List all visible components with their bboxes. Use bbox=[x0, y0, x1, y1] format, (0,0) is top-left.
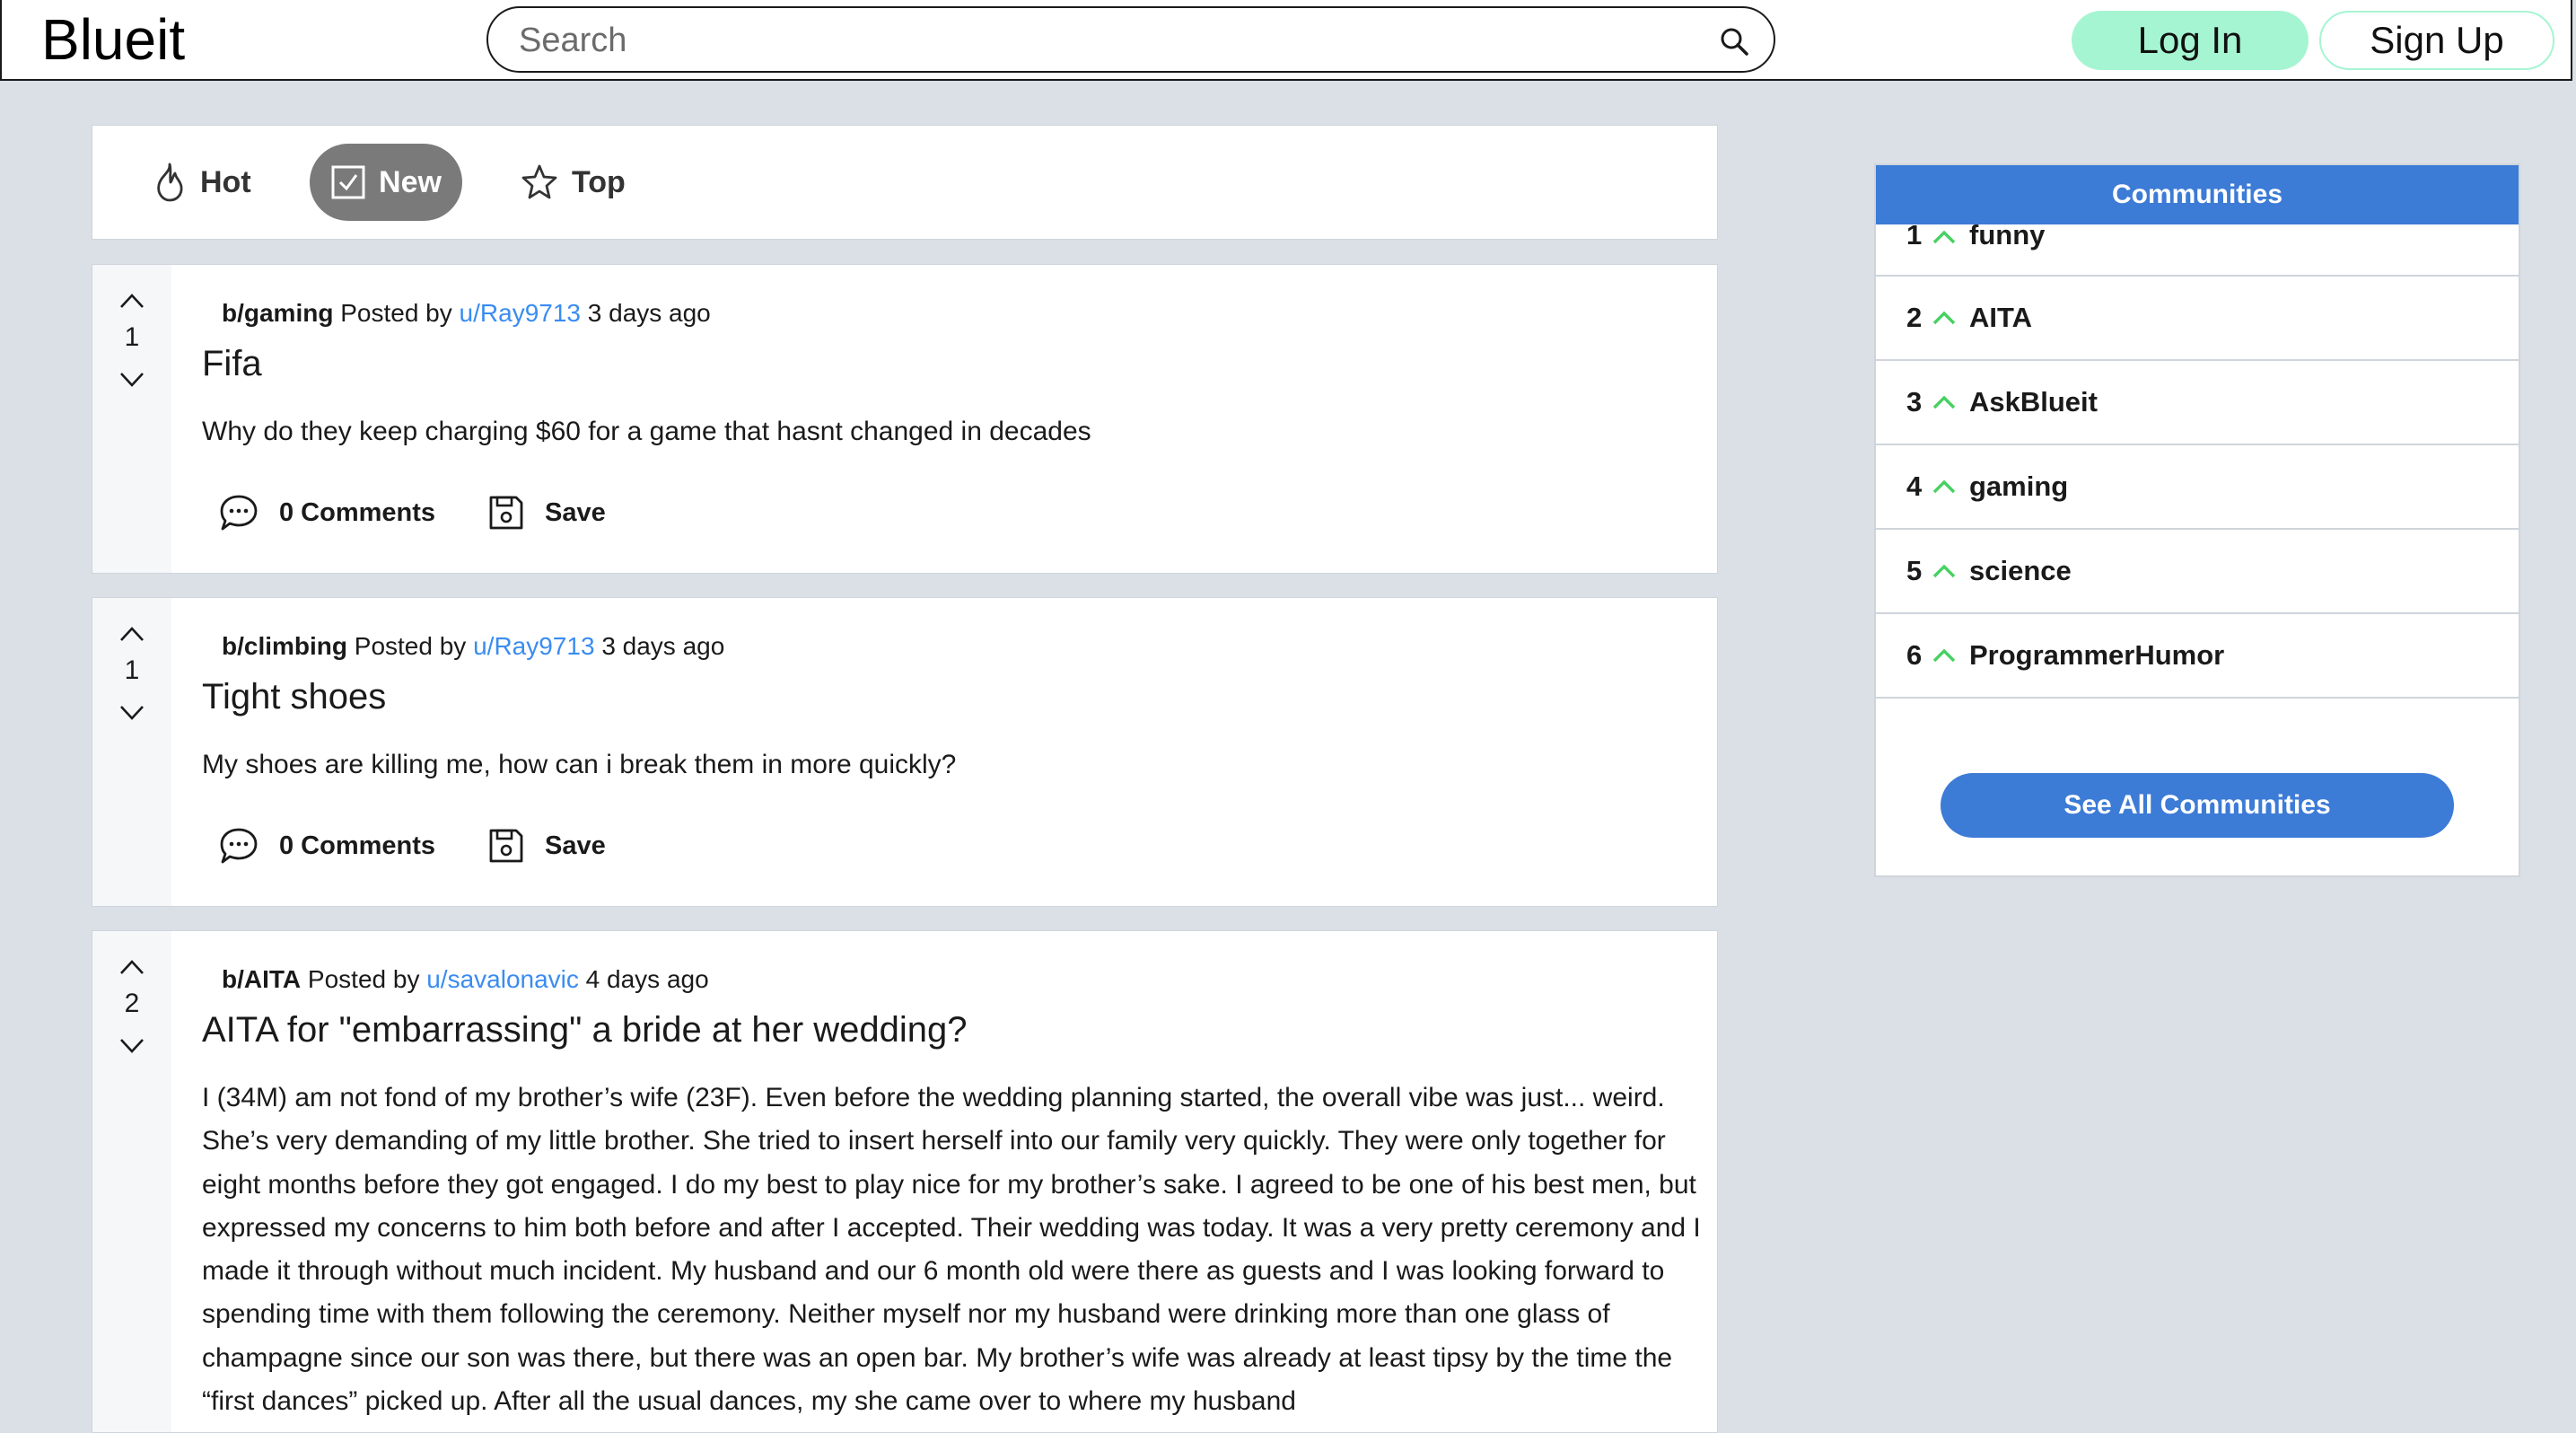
posted-by-label: Posted by bbox=[340, 299, 452, 327]
community-row[interactable]: 3 AskBlueit bbox=[1876, 361, 2519, 445]
trending-up-icon bbox=[1932, 230, 1956, 244]
vote-score: 1 bbox=[124, 322, 140, 352]
sort-hot-label: Hot bbox=[200, 164, 251, 199]
site-logo[interactable]: Blueit bbox=[41, 4, 185, 75]
comments-count: 0 Comments bbox=[279, 831, 436, 860]
post-meta: b/climbing Posted by u/Ray9713 3 days ag… bbox=[222, 632, 724, 661]
trending-up-icon bbox=[1932, 395, 1956, 409]
comments-count: 0 Comments bbox=[279, 497, 436, 527]
trending-up-icon bbox=[1932, 311, 1956, 325]
community-rank: 4 bbox=[1906, 470, 1923, 502]
search-bar[interactable] bbox=[486, 6, 1775, 73]
post-meta: b/AITA Posted by u/savalonavic 4 days ag… bbox=[222, 965, 709, 994]
author-link[interactable]: u/savalonavic bbox=[426, 965, 579, 993]
post-title[interactable]: Fifa bbox=[202, 344, 262, 384]
post-card[interactable]: 1 b/gaming Posted by u/Ray9713 3 days ag… bbox=[92, 264, 1718, 574]
sort-bar: Hot New Top bbox=[92, 125, 1718, 240]
vote-score: 1 bbox=[124, 655, 140, 685]
trending-up-icon bbox=[1932, 564, 1956, 578]
post-title[interactable]: AITA for "embarrassing" a bride at her w… bbox=[202, 1010, 968, 1051]
post-time: 4 days ago bbox=[585, 965, 709, 993]
signup-button[interactable]: Sign Up bbox=[2319, 11, 2554, 70]
community-rank: 3 bbox=[1906, 386, 1923, 418]
top-header: Blueit Log In Sign Up bbox=[0, 0, 2572, 81]
community-row[interactable]: 1 funny bbox=[1876, 219, 2519, 277]
posted-by-label: Posted by bbox=[354, 632, 467, 660]
upvote-icon[interactable] bbox=[119, 958, 145, 976]
search-input[interactable] bbox=[517, 15, 1687, 66]
vote-score: 2 bbox=[124, 989, 140, 1018]
post-card[interactable]: 1 b/climbing Posted by u/Ray9713 3 days … bbox=[92, 597, 1718, 907]
post-card[interactable]: 2 b/AITA Posted by u/savalonavic 4 days … bbox=[92, 930, 1718, 1433]
community-row[interactable]: 5 science bbox=[1876, 530, 2519, 614]
login-button[interactable]: Log In bbox=[2072, 11, 2309, 70]
community-name[interactable]: ProgrammerHumor bbox=[1969, 639, 2224, 672]
checkbox-icon bbox=[331, 165, 365, 199]
sort-new-tab[interactable]: New bbox=[310, 144, 462, 221]
communities-header: Communities bbox=[1876, 165, 2519, 224]
comment-icon bbox=[220, 828, 258, 864]
flame-icon bbox=[157, 163, 183, 202]
posted-by-label: Posted by bbox=[307, 965, 420, 993]
community-row[interactable]: 2 AITA bbox=[1876, 277, 2519, 361]
trending-up-icon bbox=[1932, 479, 1956, 494]
downvote-icon[interactable] bbox=[119, 1037, 145, 1055]
comments-button[interactable]: 0 Comments bbox=[218, 826, 435, 866]
post-actions: 0 Comments Save bbox=[218, 488, 658, 538]
community-name[interactable]: gaming bbox=[1969, 470, 2068, 503]
author-link[interactable]: u/Ray9713 bbox=[473, 632, 594, 660]
comment-icon bbox=[220, 495, 258, 531]
see-all-communities-button[interactable]: See All Communities bbox=[1941, 773, 2454, 838]
sort-top-label: Top bbox=[572, 164, 626, 199]
post-meta: b/gaming Posted by u/Ray9713 3 days ago bbox=[222, 299, 711, 328]
subreddit-link[interactable]: b/climbing bbox=[222, 632, 347, 660]
community-rank: 5 bbox=[1906, 555, 1923, 586]
downvote-icon[interactable] bbox=[119, 371, 145, 389]
vote-column: 1 bbox=[92, 265, 171, 573]
community-rank: 1 bbox=[1906, 219, 1923, 251]
downvote-icon[interactable] bbox=[119, 704, 145, 722]
star-icon bbox=[521, 164, 557, 199]
community-name[interactable]: funny bbox=[1969, 219, 2045, 251]
community-rank: 6 bbox=[1906, 639, 1923, 671]
sort-hot-tab[interactable]: Hot bbox=[152, 144, 251, 221]
comments-button[interactable]: 0 Comments bbox=[218, 493, 435, 532]
communities-sidebar: Communities 1 funny 2 AITA 3 AskBlueit 4… bbox=[1874, 163, 2520, 877]
community-name[interactable]: AskBlueit bbox=[1969, 386, 2098, 418]
community-rank: 2 bbox=[1906, 302, 1923, 333]
save-button[interactable]: Save bbox=[487, 494, 606, 532]
save-label: Save bbox=[545, 497, 606, 527]
save-button[interactable]: Save bbox=[487, 827, 606, 865]
search-icon[interactable] bbox=[1718, 25, 1750, 57]
post-title[interactable]: Tight shoes bbox=[202, 677, 386, 717]
upvote-icon[interactable] bbox=[119, 292, 145, 310]
post-body: I (34M) am not fond of my brother’s wife… bbox=[202, 1083, 1701, 1417]
author-link[interactable]: u/Ray9713 bbox=[460, 299, 581, 327]
post-time: 3 days ago bbox=[601, 632, 725, 660]
sort-top-tab[interactable]: Top bbox=[520, 144, 626, 221]
community-name[interactable]: science bbox=[1969, 555, 2072, 587]
sort-new-label: New bbox=[379, 164, 442, 199]
post-body: Why do they keep charging $60 for a game… bbox=[202, 417, 1091, 446]
post-body: My shoes are killing me, how can i break… bbox=[202, 750, 957, 779]
post-time: 3 days ago bbox=[587, 299, 711, 327]
community-row[interactable]: 4 gaming bbox=[1876, 445, 2519, 530]
vote-column: 2 bbox=[92, 931, 171, 1432]
trending-up-icon bbox=[1932, 648, 1956, 663]
vote-column: 1 bbox=[92, 598, 171, 906]
upvote-icon[interactable] bbox=[119, 625, 145, 643]
save-icon bbox=[489, 496, 523, 530]
subreddit-link[interactable]: b/AITA bbox=[222, 965, 301, 993]
save-icon bbox=[489, 829, 523, 863]
subreddit-link[interactable]: b/gaming bbox=[222, 299, 333, 327]
community-row[interactable]: 6 ProgrammerHumor bbox=[1876, 614, 2519, 699]
save-label: Save bbox=[545, 831, 606, 860]
post-actions: 0 Comments Save bbox=[218, 821, 658, 871]
community-name[interactable]: AITA bbox=[1969, 302, 2032, 334]
